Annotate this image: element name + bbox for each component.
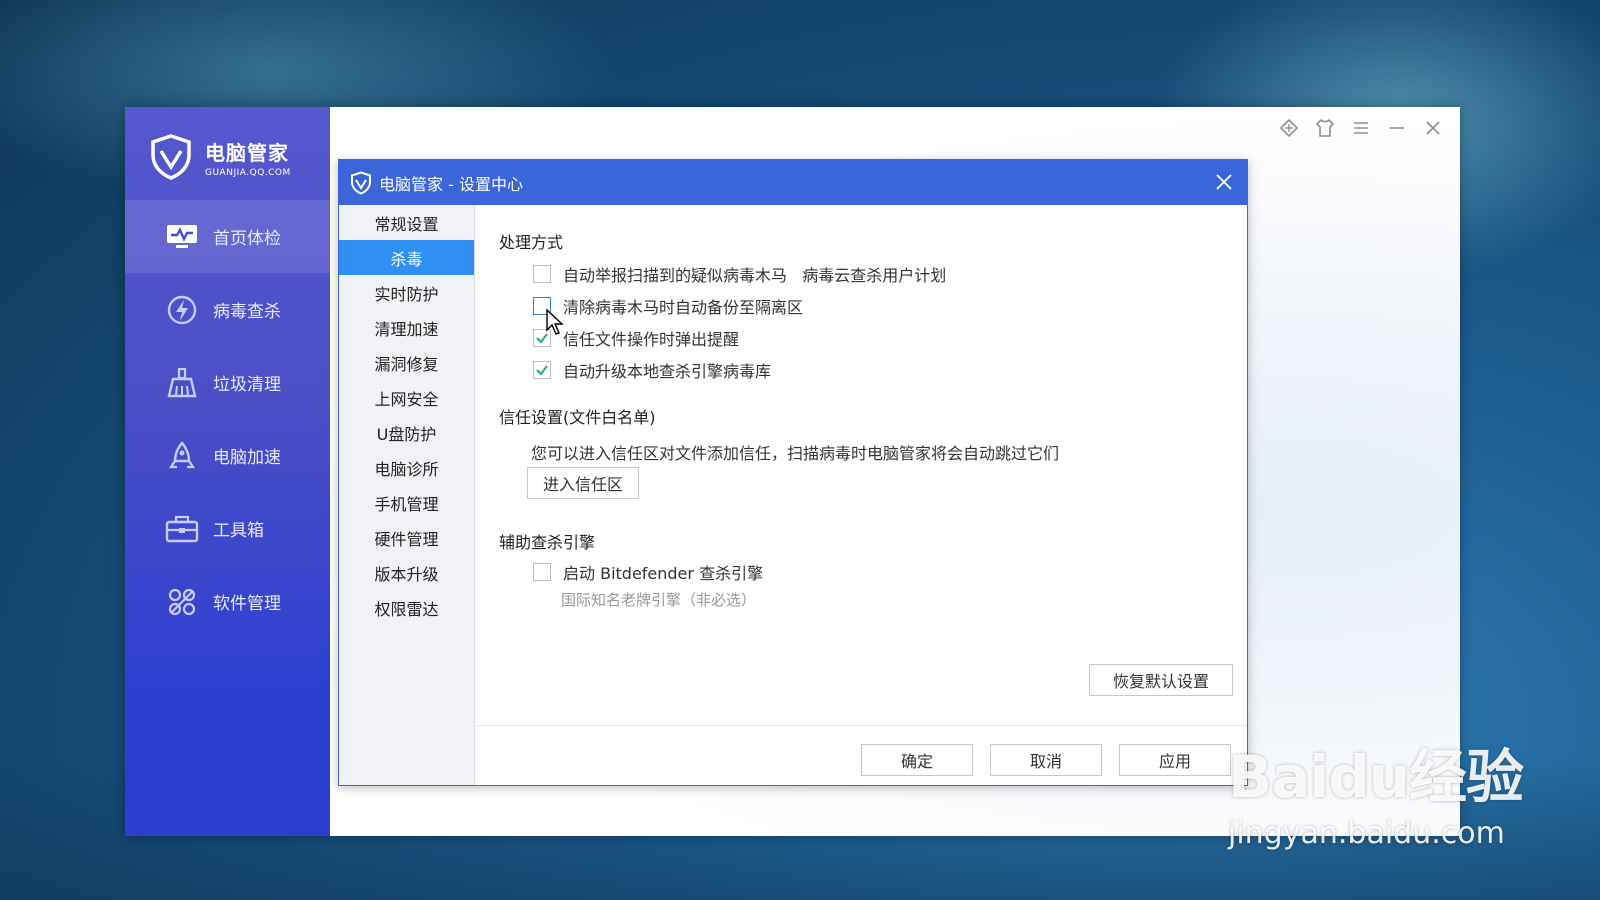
menu-item-web-security[interactable]: 上网安全 xyxy=(339,380,474,415)
watermark-logo: Baidu经验 xyxy=(1228,743,1524,811)
ok-button[interactable]: 确定 xyxy=(861,744,973,776)
shield-logo-icon xyxy=(351,170,371,195)
broom-icon xyxy=(167,367,197,397)
section-title-trust: 信任设置(文件白名单) xyxy=(499,408,656,427)
app-logo: 电脑管家 GUANJIA.QQ.COM xyxy=(147,127,291,187)
baidu-watermark: Baidu经验 jingyan.baidu.com xyxy=(1228,730,1524,851)
option-label: 启动 Bitdefender 查杀引擎 xyxy=(563,564,764,583)
menu-item-permission-radar[interactable]: 权限雷达 xyxy=(339,590,474,625)
menu-item-cleanup[interactable]: 清理加速 xyxy=(339,310,474,345)
shield-logo-icon xyxy=(151,134,191,180)
close-icon xyxy=(1426,121,1440,135)
checkmark-icon xyxy=(536,365,548,376)
app-sidebar: 电脑管家 GUANJIA.QQ.COM 首页体检 病毒查杀 垃圾清理 电脑加速 xyxy=(125,107,330,836)
option-bitdefender[interactable]: 启动 Bitdefender 查杀引擎 xyxy=(533,560,763,584)
option-auto-backup[interactable]: 清除病毒木马时自动备份至隔离区 xyxy=(533,294,803,318)
nav-item-label: 电脑加速 xyxy=(213,448,281,468)
option-auto-report[interactable]: 自动举报扫描到的疑似病毒木马 病毒云查杀用户计划 xyxy=(533,262,946,286)
dialog-footer: 确定 取消 应用 xyxy=(475,725,1247,785)
diamond-icon xyxy=(1279,118,1299,138)
settings-menu: 常规设置 杀毒 实时防护 清理加速 漏洞修复 上网安全 U盘防护 电脑诊所 手机… xyxy=(339,205,475,785)
minimize-button[interactable] xyxy=(1386,117,1408,139)
enter-trust-zone-button[interactable]: 进入信任区 xyxy=(527,467,639,499)
option-label: 自动升级本地查杀引擎病毒库 xyxy=(563,362,772,381)
option-label: 自动举报扫描到的疑似病毒木马 病毒云查杀用户计划 xyxy=(563,266,947,285)
monitor-check-icon xyxy=(167,224,197,248)
nav-item-home-check[interactable]: 首页体检 xyxy=(125,200,330,273)
option-label: 清除病毒木马时自动备份至隔离区 xyxy=(563,298,804,317)
checkbox[interactable] xyxy=(533,361,551,379)
nav-item-junk-clean[interactable]: 垃圾清理 xyxy=(125,346,330,419)
rocket-icon xyxy=(168,440,196,468)
feedback-button[interactable] xyxy=(1278,117,1300,139)
option-label: 信任文件操作时弹出提醒 xyxy=(563,330,740,349)
brand-sub: GUANJIA.QQ.COM xyxy=(205,167,291,178)
skin-button[interactable] xyxy=(1314,117,1336,139)
apps-icon xyxy=(168,588,196,615)
window-controls xyxy=(1278,117,1444,139)
nav-item-label: 垃圾清理 xyxy=(213,375,281,395)
nav-item-label: 首页体检 xyxy=(213,229,281,249)
nav-item-toolbox[interactable]: 工具箱 xyxy=(125,492,330,565)
trust-description: 您可以进入信任区对文件添加信任，扫描病毒时电脑管家将会自动跳过它们 xyxy=(531,444,1060,463)
mouse-cursor-icon xyxy=(546,308,564,335)
engine-subdescription: 国际知名老牌引擎（非必选） xyxy=(561,591,757,609)
section-title-engine: 辅助查杀引擎 xyxy=(499,533,596,552)
nav-item-speed-up[interactable]: 电脑加速 xyxy=(125,419,330,492)
nav-item-label: 病毒查杀 xyxy=(213,302,281,322)
nav-item-label: 软件管理 xyxy=(213,594,281,614)
checkbox[interactable] xyxy=(533,563,551,581)
lightning-icon xyxy=(167,295,197,324)
option-auto-upgrade-engine[interactable]: 自动升级本地查杀引擎病毒库 xyxy=(533,358,771,382)
nav-item-software-manager[interactable]: 软件管理 xyxy=(125,565,330,638)
hamburger-menu-icon xyxy=(1354,122,1368,134)
menu-button[interactable] xyxy=(1350,117,1372,139)
section-title-handling: 处理方式 xyxy=(499,233,564,252)
main-nav: 首页体检 病毒查杀 垃圾清理 电脑加速 工具箱 软件管理 xyxy=(125,200,330,638)
shirt-icon xyxy=(1315,118,1335,137)
menu-item-upgrade[interactable]: 版本升级 xyxy=(339,555,474,590)
checkbox[interactable] xyxy=(533,265,551,283)
minimize-icon xyxy=(1390,127,1404,129)
watermark-url: jingyan.baidu.com xyxy=(1228,816,1505,851)
close-window-button[interactable] xyxy=(1422,117,1444,139)
dialog-title: 电脑管家 - 设置中心 xyxy=(379,174,523,194)
toolbox-icon xyxy=(165,515,199,542)
settings-body: 处理方式 自动举报扫描到的疑似病毒木马 病毒云查杀用户计划 清除病毒木马时自动备… xyxy=(475,205,1247,725)
restore-defaults-button[interactable]: 恢复默认设置 xyxy=(1089,664,1233,696)
nav-item-label: 工具箱 xyxy=(213,521,264,541)
nav-item-virus-scan[interactable]: 病毒查杀 xyxy=(125,273,330,346)
brand-name: 电脑管家 xyxy=(205,140,289,165)
menu-item-realtime-protection[interactable]: 实时防护 xyxy=(339,275,474,310)
settings-dialog: 电脑管家 - 设置中心 常规设置 杀毒 实时防护 清理加速 漏洞修复 上网安全 … xyxy=(338,159,1248,786)
menu-item-general[interactable]: 常规设置 xyxy=(339,205,474,240)
apply-button[interactable]: 应用 xyxy=(1119,744,1231,776)
menu-item-antivirus[interactable]: 杀毒 xyxy=(339,240,474,275)
menu-item-pc-clinic[interactable]: 电脑诊所 xyxy=(339,450,474,485)
menu-item-usb-protection[interactable]: U盘防护 xyxy=(339,415,474,450)
cancel-button[interactable]: 取消 xyxy=(990,744,1102,776)
menu-item-vulnerability[interactable]: 漏洞修复 xyxy=(339,345,474,380)
menu-item-phone-manager[interactable]: 手机管理 xyxy=(339,485,474,520)
dialog-title-bar: 电脑管家 - 设置中心 xyxy=(339,160,1247,205)
menu-item-hardware[interactable]: 硬件管理 xyxy=(339,520,474,555)
dialog-close-icon[interactable] xyxy=(1213,171,1235,193)
